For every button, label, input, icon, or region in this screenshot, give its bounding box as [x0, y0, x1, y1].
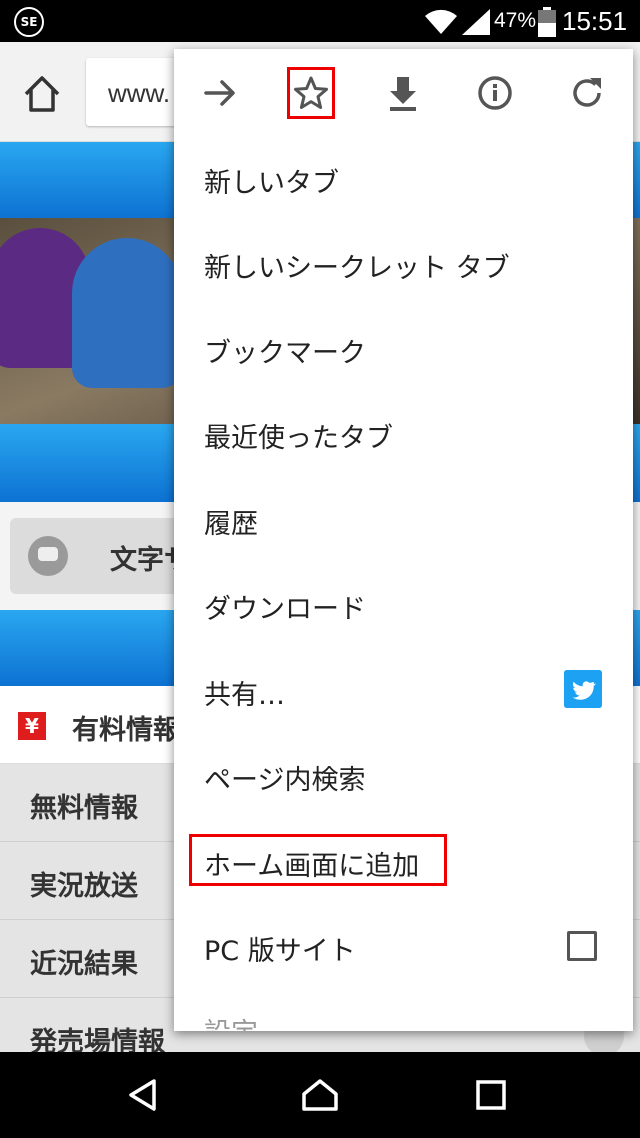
yen-icon: ¥: [18, 712, 46, 740]
desktop-site-checkbox[interactable]: [567, 931, 597, 961]
nav-item-label: 発売場情報: [30, 1027, 165, 1052]
reload-icon[interactable]: [563, 69, 611, 117]
nav-item-label: 有料情報: [72, 715, 180, 746]
nav-item-label: 実況放送: [30, 871, 138, 902]
menu-item-incognito-tab[interactable]: 新しいシークレット タブ: [204, 246, 510, 285]
download-icon[interactable]: [379, 69, 427, 117]
chat-icon: [28, 536, 68, 576]
forward-icon[interactable]: [196, 69, 244, 117]
menu-item-bookmarks[interactable]: ブックマーク: [204, 331, 366, 370]
info-icon[interactable]: [471, 69, 519, 117]
twitter-icon[interactable]: [564, 670, 602, 708]
star-highlight-box: [287, 67, 335, 119]
back-icon[interactable]: [126, 1078, 160, 1112]
recents-icon[interactable]: [476, 1078, 506, 1112]
status-bar: SE 47% 15:51: [0, 0, 640, 42]
battery-percent: 47%: [494, 9, 537, 32]
menu-item-settings[interactable]: 設定: [204, 1011, 258, 1031]
menu-item-downloads[interactable]: ダウンロード: [204, 587, 366, 626]
menu-item-share[interactable]: 共有…: [204, 673, 285, 712]
menu-item-history[interactable]: 履歴: [204, 502, 258, 541]
url-text: www.: [108, 78, 171, 108]
nav-item-label: 無料情報: [30, 793, 138, 824]
battery-icon: [538, 7, 556, 37]
menu-item-add-to-home-screen[interactable]: ホーム画面に追加: [204, 844, 419, 883]
home-nav-icon[interactable]: [300, 1078, 340, 1112]
menu-item-recent-tabs[interactable]: 最近使ったタブ: [204, 416, 393, 455]
nav-item-label: 近況結果: [30, 949, 138, 980]
app-notification-icon: SE: [14, 7, 44, 37]
browser-menu: 新しいタブ 新しいシークレット タブ ブックマーク 最近使ったタブ 履歴 ダウン…: [174, 49, 633, 1031]
menu-icon-row: [174, 49, 633, 137]
home-icon[interactable]: [18, 70, 66, 118]
system-navigation-bar: [0, 1052, 640, 1138]
menu-item-new-tab[interactable]: 新しいタブ: [204, 161, 339, 200]
wifi-icon: [425, 9, 457, 34]
rider-image: [72, 238, 182, 388]
menu-item-find-in-page[interactable]: ページ内検索: [204, 758, 365, 797]
signal-icon: [462, 9, 490, 35]
menu-item-desktop-site[interactable]: PC 版サイト: [204, 929, 356, 968]
clock: 15:51: [562, 6, 628, 36]
